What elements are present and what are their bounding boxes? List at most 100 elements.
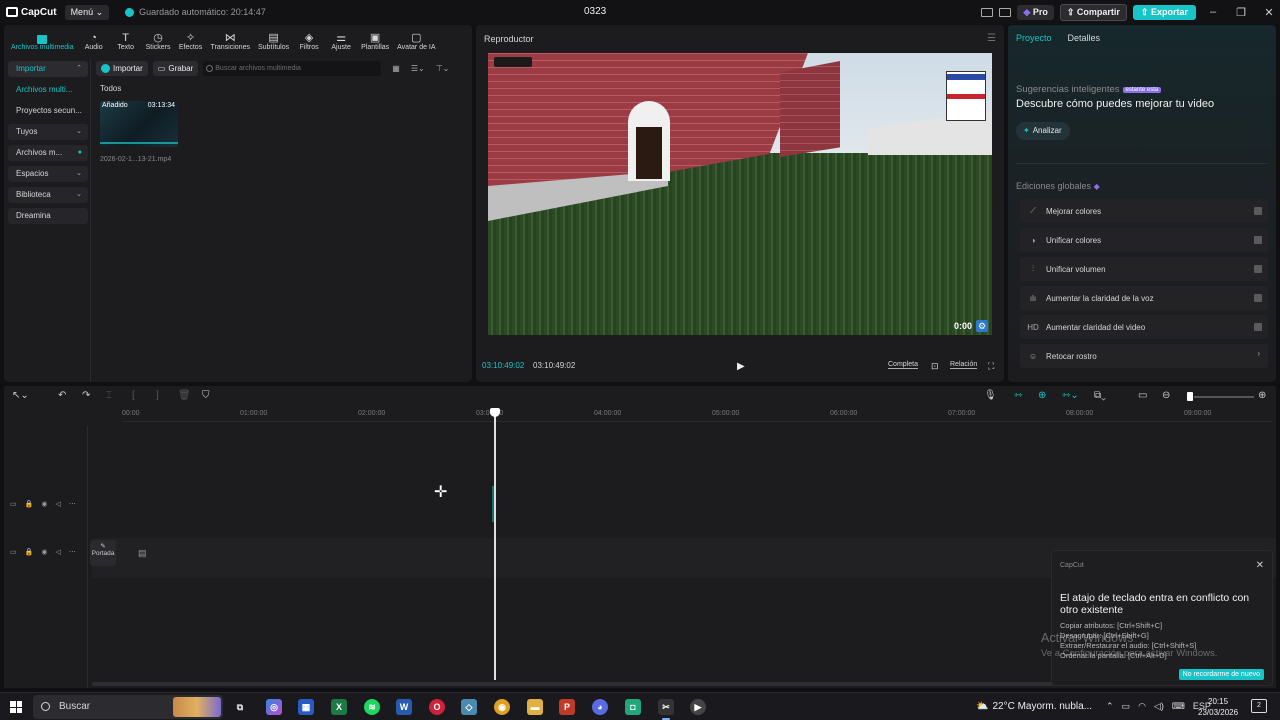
speaker-icon[interactable]: ◁ [55,500,60,508]
opera-icon[interactable]: O [429,699,445,715]
more-icon[interactable]: ⋯ [69,500,76,508]
toggle-icon[interactable] [1254,323,1262,331]
snapshot-icon[interactable]: ⊡ [931,361,939,372]
toggle-icon[interactable] [1254,207,1262,215]
tool-adjust[interactable]: ⚌ Ajuste [326,32,356,51]
timeline-scrollbar[interactable] [92,682,1092,686]
excel-icon[interactable]: X [331,699,347,715]
select-tool-icon[interactable]: ↖⌄ [12,390,29,401]
tool-effects[interactable]: ✧ Efectos [176,32,206,51]
preview-axis-icon[interactable]: ⧉⌄ [1094,390,1106,401]
chevron-up-icon[interactable]: ⌃ [1106,701,1114,712]
toggle-icon[interactable] [1254,265,1262,273]
split-right-icon[interactable]: ] [156,390,159,401]
delete-icon[interactable]: 🗑 [178,390,191,401]
record-button[interactable]: ▭ Grabar [152,61,199,76]
tool-audio[interactable]: ◔ Audio [79,32,109,51]
lock-icon[interactable]: 🔒 [25,500,34,508]
dont-remind-button[interactable]: No recordarme de nuevo [1178,669,1264,680]
import-button[interactable]: Importar [96,61,148,76]
tray-app-icon[interactable]: ▭ [1122,701,1131,712]
tool-templates[interactable]: ▣ Plantillas [358,32,392,51]
edit-retouch-face[interactable]: ☺ Retocar rostro › [1020,344,1268,368]
layout-icon[interactable] [981,7,994,17]
capcut-taskbar-icon[interactable]: ✂ [658,699,674,720]
keyboard-icon[interactable]: ⌨ [1172,701,1185,712]
lock-icon[interactable]: 🔒 [25,548,34,556]
powerpoint-icon[interactable]: P [559,699,575,715]
menu-button[interactable]: Menú ⌄ [64,4,110,20]
edit-video-clarity[interactable]: HD Aumentar claridad del video [1020,315,1268,339]
eye-icon[interactable]: ◉ [41,548,47,556]
aspect-ratio-button[interactable]: Relación [950,361,978,369]
sidenav-library[interactable]: Biblioteca ⌄ [8,187,88,203]
minimize-icon[interactable]: – [1202,6,1224,18]
split-icon[interactable]: ⌶ [106,390,112,401]
windows-start-icon[interactable] [10,701,22,713]
maximize-icon[interactable]: ❐ [1230,6,1252,19]
fullscreen-icon[interactable]: ⛶ [988,361,994,372]
app-icon[interactable]: ◇ [461,699,477,715]
microphone-icon[interactable]: 🎙 [984,390,997,401]
sidenav-media-m[interactable]: Archivos m... ● [8,145,88,161]
play-icon[interactable]: ▶ [737,361,745,372]
app-icon[interactable]: ◘ [625,699,641,715]
eye-icon[interactable]: ◉ [41,500,47,508]
volume-icon[interactable]: ◁) [1154,701,1164,712]
tool-text[interactable]: T Texto [111,32,141,51]
snap-icon[interactable]: ⇿⌄ [1062,390,1079,401]
sidenav-secondary-projects[interactable]: Proyectos secun... [8,103,88,119]
toggle-icon[interactable] [1254,294,1262,302]
share-button[interactable]: ⇪ Compartir [1059,3,1127,21]
tool-stickers[interactable]: ◷ Stickers [143,32,174,51]
close-icon[interactable]: ✕ [1256,560,1264,571]
tab-details[interactable]: Detalles [1068,33,1101,43]
playhead[interactable] [494,412,496,680]
undo-icon[interactable]: ↶ [58,390,66,401]
magnet-icon[interactable]: ⊕ [1038,390,1046,401]
media-thumbnail[interactable]: Añadido 03:13:34 [100,101,178,147]
tool-media[interactable]: Archivos multimedia [8,35,77,51]
shortcuts-icon[interactable] [999,7,1012,17]
caption-icon[interactable]: ▭ [1138,390,1147,401]
file-explorer-icon[interactable]: ▬ [527,699,543,715]
weather-widget[interactable]: ⛅ 22°C Mayorm. nubla... [976,701,1092,712]
tab-project[interactable]: Proyecto [1016,33,1052,43]
sidenav-dreamina[interactable]: Dreamina [8,208,88,224]
tool-ai-avatar[interactable]: ▢ Avatar de IA [394,32,438,51]
task-view-icon[interactable]: ⧉ [232,699,248,715]
notification-icon[interactable]: 2 [1251,699,1267,713]
timeline-ruler[interactable]: 00:00 01:00:00 02:00:00 03:00:00 04:00:0… [122,408,1272,422]
sidenav-import[interactable]: Importar ⌃ [8,61,88,77]
sidenav-media-files[interactable]: Archivos multi... [8,82,88,98]
chrome-icon[interactable]: ◉ [494,699,510,715]
link-icon[interactable]: ⇿ [1014,390,1022,401]
zoom-slider[interactable] [1194,396,1254,398]
more-icon[interactable]: ⋯ [69,548,76,556]
zoom-out-icon[interactable]: ⊖ [1162,390,1170,401]
tool-transitions[interactable]: ⋈ Transiciones [208,32,253,51]
tool-filters[interactable]: ◈ Filtros [294,32,324,51]
filter-icon[interactable]: ⊤⌄ [436,64,450,73]
edit-unify-colors[interactable]: ◑ Unificar colores [1020,228,1268,252]
close-icon[interactable]: ✕ [1258,6,1280,19]
analyze-button[interactable]: ✦ Analizar [1016,122,1070,140]
split-left-icon[interactable]: [ [132,390,135,401]
edit-voice-clarity[interactable]: ılı Aumentar la claridad de la voz [1020,286,1268,310]
speaker-icon[interactable]: ◁ [55,548,60,556]
word-icon[interactable]: W [396,699,412,715]
player-menu-icon[interactable]: ☰ [987,33,996,44]
tool-subtitles[interactable]: ▤ Subtítulos [255,32,292,51]
sidenav-yours[interactable]: Tuyos ⌄ [8,124,88,140]
wifi-icon[interactable]: ◠ [1138,701,1146,712]
taskbar-clock[interactable]: 20:15 23/03/2026 [1198,696,1238,718]
media-player-icon[interactable]: ▶ [690,699,706,715]
toggle-icon[interactable] [1254,236,1262,244]
discord-icon[interactable]: ◕ [592,699,608,715]
edit-unify-volume[interactable]: ⫶ Unificar volumen [1020,257,1268,281]
spotify-icon[interactable]: ≋ [364,699,380,715]
shield-icon[interactable]: ⛉ [202,390,210,401]
redo-icon[interactable]: ↷ [82,390,90,401]
export-button[interactable]: ⇧ Exportar [1132,4,1196,20]
sort-icon[interactable]: ☰⌄ [411,64,425,73]
